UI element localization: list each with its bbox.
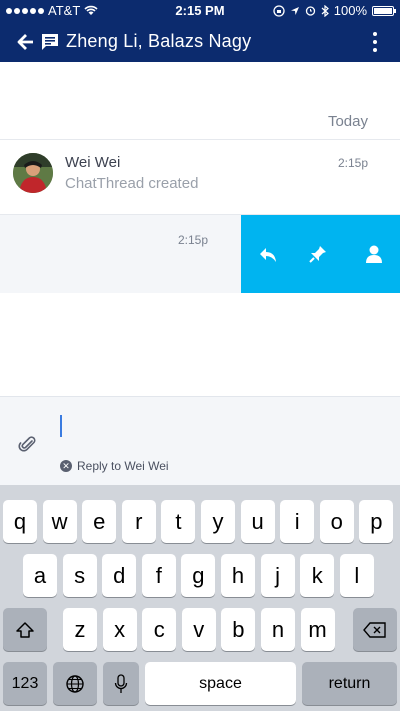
battery-fill	[374, 7, 392, 14]
key-q[interactable]: q	[3, 500, 37, 543]
message-action-bar	[241, 215, 400, 293]
conversation-header: Zheng Li, Balazs Nagy	[0, 22, 400, 62]
key-j[interactable]: j	[260, 554, 295, 597]
key-c[interactable]: c	[142, 608, 177, 651]
more-options-icon[interactable]	[372, 32, 378, 52]
key-t[interactable]: t	[161, 500, 196, 543]
message-time: 2:15p	[337, 156, 368, 170]
conversation-title[interactable]: Zheng Li, Balazs Nagy	[66, 31, 251, 52]
key-m[interactable]: m	[300, 608, 335, 651]
globe-key[interactable]	[53, 662, 97, 705]
key-b[interactable]: b	[221, 608, 256, 651]
chat-bubble-icon	[42, 34, 58, 50]
key-l[interactable]: l	[339, 554, 374, 597]
back-arrow-icon[interactable]	[16, 32, 36, 52]
key-f[interactable]: f	[141, 554, 176, 597]
reply-label: Reply to Wei Wei	[77, 459, 169, 473]
attachment-icon[interactable]	[18, 434, 38, 454]
message-item[interactable]: Wei Wei ChatThread created 2:15p	[0, 140, 400, 214]
key-g[interactable]: g	[181, 554, 216, 597]
key-a[interactable]: a	[23, 554, 57, 597]
key-w[interactable]: w	[42, 500, 77, 543]
shift-key[interactable]	[3, 608, 47, 651]
key-o[interactable]: o	[319, 500, 354, 543]
key-y[interactable]: y	[201, 500, 235, 543]
key-n[interactable]: n	[261, 608, 295, 651]
reply-icon[interactable]	[257, 243, 279, 265]
microphone-icon	[114, 673, 128, 693]
message-composer: ✕ Reply to Wei Wei	[0, 396, 400, 485]
key-u[interactable]: u	[240, 500, 275, 543]
avatar[interactable]	[13, 153, 53, 193]
key-e[interactable]: e	[82, 500, 117, 543]
battery-percent: 100%	[333, 3, 367, 18]
key-x[interactable]: x	[102, 608, 137, 651]
numbers-key[interactable]: 123	[3, 662, 47, 705]
key-v[interactable]: v	[181, 608, 216, 651]
battery-icon	[372, 5, 396, 16]
backspace-icon	[363, 621, 386, 638]
key-k[interactable]: k	[300, 554, 335, 597]
pin-icon[interactable]	[307, 243, 329, 265]
bluetooth-icon	[321, 4, 329, 17]
key-s[interactable]: s	[62, 554, 97, 597]
message-item-selected[interactable]: 2:15p	[0, 215, 400, 293]
orientation-lock-icon	[273, 4, 285, 17]
space-key[interactable]: space	[145, 662, 296, 705]
key-d[interactable]: d	[102, 554, 137, 597]
profile-icon[interactable]	[363, 243, 385, 265]
key-i[interactable]: i	[280, 500, 315, 543]
message-text: ChatThread created	[65, 175, 199, 192]
return-key[interactable]: return	[302, 662, 397, 705]
alarm-icon	[305, 6, 315, 16]
shift-icon	[16, 621, 34, 638]
key-r[interactable]: r	[121, 500, 156, 543]
cancel-reply-icon[interactable]: ✕	[60, 460, 72, 472]
globe-icon	[66, 674, 84, 693]
app-root: { "status_bar": {"carrier": "AT&T", "tim…	[0, 0, 400, 711]
delete-key[interactable]	[353, 608, 397, 651]
sender-name: Wei Wei	[65, 154, 121, 171]
key-z[interactable]: z	[63, 608, 97, 651]
date-separator: Today	[327, 113, 368, 130]
message-time: 2:15p	[178, 233, 209, 247]
key-p[interactable]: p	[359, 500, 394, 543]
status-right: 100%	[273, 3, 396, 18]
reply-indicator[interactable]: ✕ Reply to Wei Wei	[60, 459, 169, 473]
location-icon	[290, 6, 299, 15]
dictation-key[interactable]	[103, 662, 139, 705]
keyboard: qwertyuiop asdfghjkl zxcvbnm 123 space r…	[0, 485, 400, 711]
key-h[interactable]: h	[221, 554, 255, 597]
text-input-caret[interactable]	[60, 415, 62, 437]
status-bar: AT&T 2:15 PM 100%	[0, 0, 400, 22]
